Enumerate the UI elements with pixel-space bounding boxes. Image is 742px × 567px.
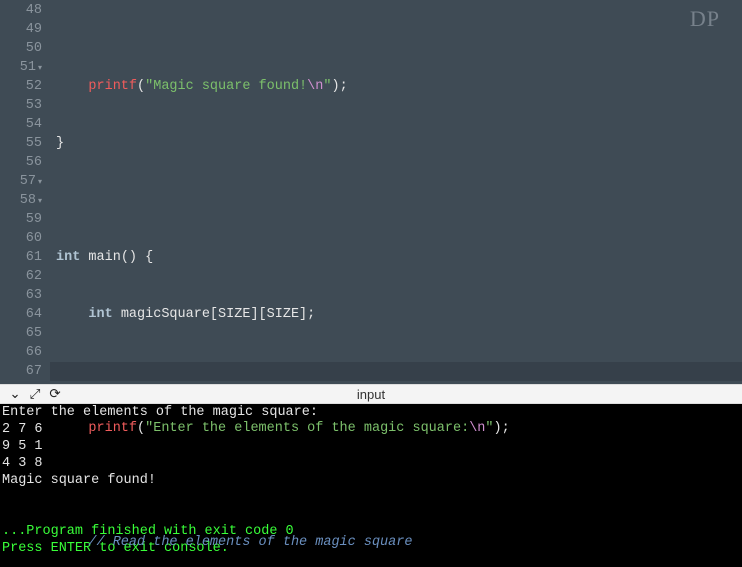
reload-icon[interactable]: ⟳: [48, 386, 62, 402]
line-number: 65: [0, 324, 42, 343]
code-line: printf("Magic square found!\n");: [56, 77, 742, 96]
line-number: 67: [0, 362, 42, 381]
line-number: 63: [0, 286, 42, 305]
fn-printf: printf: [88, 79, 137, 94]
line-number: 58: [0, 191, 42, 210]
code-line: // Read the elements of the magic square: [56, 533, 742, 552]
code-line: int main() {: [56, 248, 742, 267]
code-line: [56, 476, 742, 495]
line-number: 52: [0, 77, 42, 96]
line-number: 55: [0, 134, 42, 153]
code-line: int magicSquare[SIZE][SIZE];: [56, 305, 742, 324]
line-number: 51: [0, 58, 42, 77]
line-number: 56: [0, 153, 42, 172]
line-number: 62: [0, 267, 42, 286]
code-line: [56, 191, 742, 210]
line-number: 48: [0, 1, 42, 20]
line-number: 64: [0, 305, 42, 324]
line-number: 49: [0, 20, 42, 39]
line-number: 66: [0, 343, 42, 362]
active-line-highlight: [50, 362, 742, 381]
line-number: 50: [0, 39, 42, 58]
line-number: 60: [0, 229, 42, 248]
expand-icon[interactable]: ⤢: [28, 386, 42, 402]
panel-label-input: input: [357, 387, 385, 402]
code-line: printf("Enter the elements of the magic …: [56, 419, 742, 438]
line-number: 59: [0, 210, 42, 229]
code-area[interactable]: printf("Magic square found!\n"); } int m…: [50, 0, 742, 384]
line-number-gutter: 4849505152535455565758596061626364656667: [0, 0, 50, 384]
line-number: 57: [0, 172, 42, 191]
code-editor[interactable]: DP 4849505152535455565758596061626364656…: [0, 0, 742, 384]
line-number: 53: [0, 96, 42, 115]
code-line: }: [56, 134, 742, 153]
line-number: 61: [0, 248, 42, 267]
splitter-bar[interactable]: ⌄ ⤢ ⟳ input: [0, 384, 742, 404]
line-number: 54: [0, 115, 42, 134]
chevron-down-icon[interactable]: ⌄: [8, 386, 22, 402]
